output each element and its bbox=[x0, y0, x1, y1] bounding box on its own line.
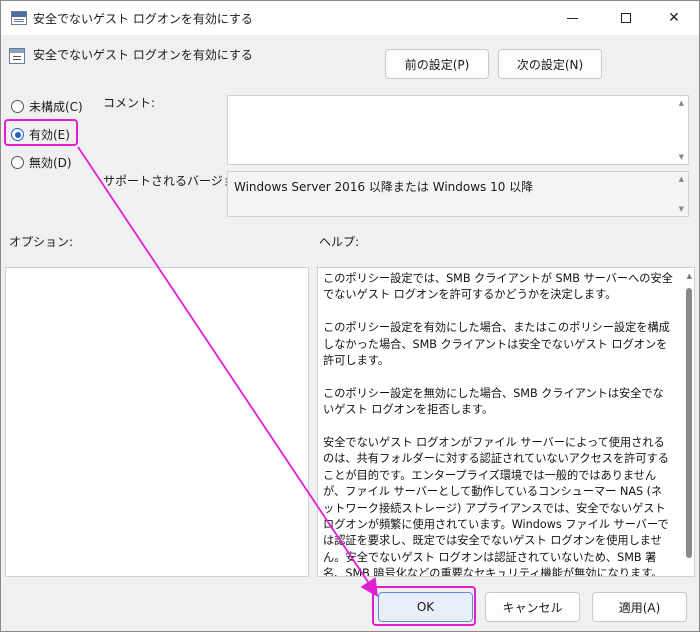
options-label: オプション: bbox=[9, 235, 74, 249]
help-label: ヘルプ: bbox=[319, 235, 360, 249]
supported-on-field: Windows Server 2016 以降または Windows 10 以降 … bbox=[227, 171, 689, 217]
radio-circle-disabled[interactable] bbox=[11, 156, 24, 169]
previous-setting-button[interactable]: 前の設定(P) bbox=[385, 49, 489, 79]
annotation-highlight-enabled bbox=[4, 119, 78, 146]
radio-label-not-configured: 未構成(C) bbox=[29, 100, 83, 114]
policy-app-icon bbox=[11, 11, 27, 25]
next-setting-button[interactable]: 次の設定(N) bbox=[498, 49, 602, 79]
comment-label: コメント: bbox=[103, 96, 156, 110]
setting-icon bbox=[9, 48, 25, 64]
maximize-icon bbox=[621, 13, 631, 23]
help-text: このポリシー設定では、SMB クライアントが SMB サーバーへの安全でないゲス… bbox=[323, 271, 673, 577]
cancel-button[interactable]: キャンセル bbox=[485, 592, 580, 622]
close-icon: ✕ bbox=[668, 10, 680, 26]
scroll-down-icon[interactable]: ▼ bbox=[679, 205, 684, 213]
setting-title: 安全でないゲスト ログオンを有効にする bbox=[33, 48, 253, 62]
radio-circle-not-configured[interactable] bbox=[11, 100, 24, 113]
supported-on-value: Windows Server 2016 以降または Windows 10 以降 bbox=[234, 180, 534, 194]
comment-textarea[interactable]: ▲ ▼ bbox=[227, 95, 689, 165]
scroll-up-icon[interactable]: ▲ bbox=[679, 99, 684, 107]
help-paragraph: このポリシー設定を無効にした場合、SMB クライアントは安全でないゲスト ログオ… bbox=[323, 386, 664, 417]
scroll-up-icon[interactable]: ▲ bbox=[679, 175, 684, 183]
help-paragraph: このポリシー設定では、SMB クライアントが SMB サーバーへの安全でないゲス… bbox=[323, 272, 673, 302]
apply-button[interactable]: 適用(A) bbox=[592, 592, 687, 622]
options-panel bbox=[5, 267, 309, 577]
help-paragraph: このポリシー設定を有効にした場合、またはこのポリシー設定を構成しなかった場合、S… bbox=[323, 321, 670, 368]
help-paragraph: 安全でないゲスト ログオンがファイル サーバーによって使用されるのは、共有フォル… bbox=[323, 436, 669, 577]
policy-dialog-window: 安全でないゲスト ログオンを有効にする ✕ 安全でないゲスト ログオンを有効にす… bbox=[0, 0, 700, 632]
minimize-icon bbox=[566, 17, 578, 19]
radio-label-disabled: 無効(D) bbox=[29, 156, 72, 170]
help-panel: このポリシー設定では、SMB クライアントが SMB サーバーへの安全でないゲス… bbox=[317, 267, 695, 577]
help-scrollbar-thumb[interactable] bbox=[686, 288, 692, 558]
close-button[interactable]: ✕ bbox=[651, 1, 697, 35]
radio-disabled[interactable]: 無効(D) bbox=[11, 154, 72, 171]
annotation-highlight-ok bbox=[372, 586, 476, 626]
maximize-button[interactable] bbox=[603, 1, 649, 35]
radio-not-configured[interactable]: 未構成(C) bbox=[11, 98, 83, 115]
minimize-button[interactable] bbox=[549, 1, 595, 35]
window-title: 安全でないゲスト ログオンを有効にする bbox=[33, 12, 253, 26]
scroll-up-icon[interactable]: ▲ bbox=[687, 272, 692, 280]
title-bar: 安全でないゲスト ログオンを有効にする ✕ bbox=[1, 1, 699, 35]
scroll-down-icon[interactable]: ▼ bbox=[679, 153, 684, 161]
